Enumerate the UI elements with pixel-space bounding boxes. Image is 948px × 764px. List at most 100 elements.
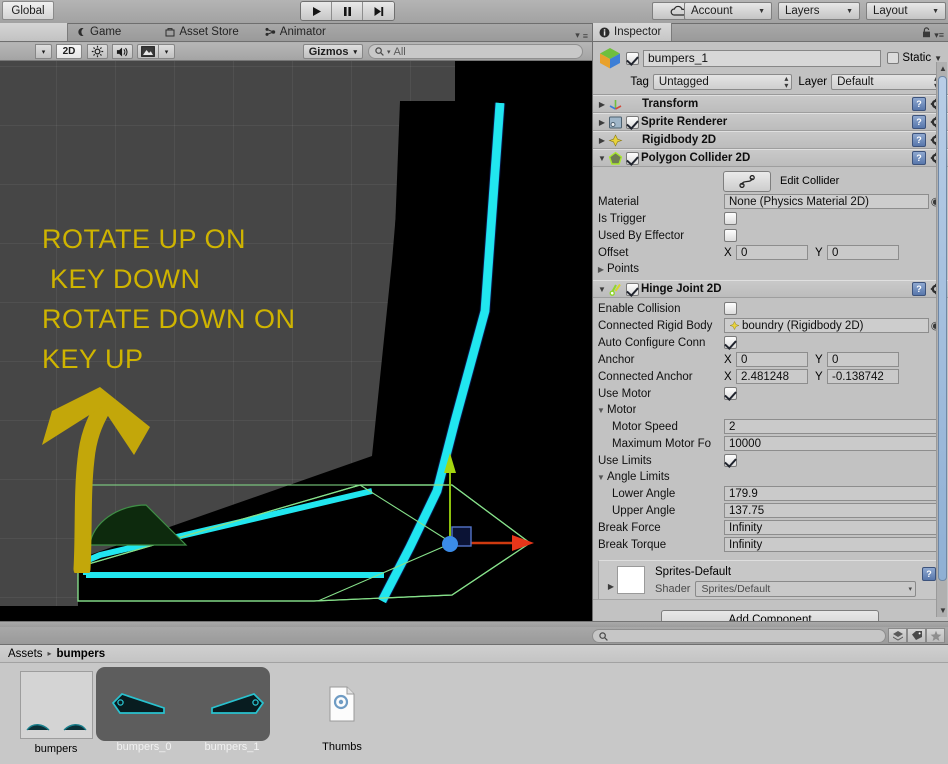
tab-inspector[interactable]: Inspector xyxy=(593,23,673,41)
foldout-arrow-icon[interactable]: ▼ xyxy=(595,473,607,482)
used-by-effector-checkbox[interactable] xyxy=(724,229,737,242)
breadcrumb-root[interactable]: Assets xyxy=(8,648,43,660)
material-label: Material xyxy=(598,195,639,208)
edit-collider-button[interactable] xyxy=(723,170,771,192)
upper-angle-value: 137.75 xyxy=(729,504,765,517)
break-torque-input[interactable]: Infinity xyxy=(724,537,942,552)
scene-tab-options[interactable]: ▾ ≡ xyxy=(575,30,592,41)
connected-anchor-y-input[interactable]: -0.138742 xyxy=(827,369,899,384)
inspector-scroll-thumb[interactable] xyxy=(938,76,947,581)
offset-x-input[interactable]: 0 xyxy=(736,245,808,260)
component-header-polygon-collider2d[interactable]: ▼ Polygon Collider 2D ? xyxy=(593,149,948,167)
foldout-arrow-icon[interactable]: ▶ xyxy=(596,100,608,109)
game-viewport[interactable]: ROTATE UP ON KEY DOWN ROTATE DOWN ON KEY… xyxy=(0,61,592,621)
tag-dropdown[interactable]: Untagged ▴ ▾ xyxy=(652,74,793,90)
asset-item-thumbs[interactable]: Thumbs xyxy=(298,671,386,753)
offset-y-value: 0 xyxy=(832,246,839,259)
effects-dropdown[interactable]: ▾ xyxy=(158,44,175,59)
asset-item-bumpers-0[interactable]: bumpers_0 xyxy=(100,671,188,753)
static-checkbox[interactable] xyxy=(887,52,900,64)
tab-scene[interactable] xyxy=(0,23,68,41)
anchor-x-input[interactable]: 0 xyxy=(736,352,808,367)
layer-dropdown[interactable]: Default ▴▾ xyxy=(831,74,942,90)
help-icon[interactable]: ? xyxy=(922,567,936,581)
toggle-2d-button[interactable]: 2D xyxy=(56,44,82,59)
gameobject-enabled-checkbox[interactable] xyxy=(626,51,639,65)
type-filter-button[interactable] xyxy=(888,628,907,643)
help-icon[interactable]: ? xyxy=(912,97,926,111)
scene-search-input[interactable]: ▾ All xyxy=(368,44,583,59)
inspector-scrollbar[interactable]: ▲ ▼ xyxy=(936,62,947,617)
help-icon[interactable]: ? xyxy=(912,133,926,147)
toggle-audio-button[interactable] xyxy=(112,44,133,59)
connected-anchor-x-input[interactable]: 2.481248 xyxy=(736,369,808,384)
shader-dropdown[interactable]: Sprites/Default ▾ xyxy=(695,581,916,597)
label-filter-button[interactable] xyxy=(907,628,926,643)
auto-configure-checkbox[interactable] xyxy=(724,336,737,349)
help-icon[interactable]: ? xyxy=(912,115,926,129)
foldout-arrow-icon[interactable]: ▶ xyxy=(605,582,617,591)
use-motor-checkbox[interactable] xyxy=(724,387,737,400)
foldout-arrow-icon[interactable]: ▼ xyxy=(595,406,607,415)
foldout-arrow-icon[interactable]: ▶ xyxy=(596,118,608,127)
enable-collision-checkbox[interactable] xyxy=(724,302,737,315)
inspector-tab-options[interactable]: ▾≡ xyxy=(922,27,948,41)
foldout-arrow-icon[interactable]: ▼ xyxy=(596,285,608,294)
sun-icon xyxy=(91,45,104,58)
step-icon xyxy=(374,6,384,16)
hinge-joint-enabled-checkbox[interactable] xyxy=(626,282,639,296)
favorite-filter-button[interactable] xyxy=(926,628,945,643)
polygon-collider-enabled-checkbox[interactable] xyxy=(626,151,639,165)
upper-angle-input[interactable]: 137.75 xyxy=(724,503,942,518)
asset-item-bumpers[interactable]: bumpers xyxy=(12,671,100,755)
annotation-text: ROTATE UP ON KEY DOWN ROTATE DOWN ON KEY… xyxy=(42,224,296,374)
layer-value: Default xyxy=(837,76,874,88)
component-header-hinge-joint2d[interactable]: ▼ Hinge Joint 2D ? xyxy=(593,280,948,298)
help-icon[interactable]: ? xyxy=(912,151,926,165)
scroll-down-arrow-icon[interactable]: ▼ xyxy=(939,606,947,615)
toggle-lighting-button[interactable] xyxy=(87,44,108,59)
use-limits-checkbox[interactable] xyxy=(724,454,737,467)
add-component-button[interactable]: Add Component xyxy=(661,610,879,621)
layers-dropdown[interactable]: Layers ▼ xyxy=(778,2,860,20)
anchor-y-input[interactable]: 0 xyxy=(827,352,899,367)
play-button[interactable] xyxy=(301,2,332,20)
component-header-sprite-renderer[interactable]: ▶ Sprite Renderer ? xyxy=(593,113,948,131)
max-motor-force-input[interactable]: 10000 xyxy=(724,436,942,451)
draw-mode-dropdown[interactable]: ▾ xyxy=(35,44,52,59)
break-force-input[interactable]: Infinity xyxy=(724,520,942,535)
offset-y-input[interactable]: 0 xyxy=(827,245,899,260)
pivot-rotation-toggle[interactable]: Global xyxy=(2,1,54,20)
scroll-up-arrow-icon[interactable]: ▲ xyxy=(939,64,947,73)
motor-speed-input[interactable]: 2 xyxy=(724,419,942,434)
component-header-transform[interactable]: ▶ Transform ? xyxy=(593,95,948,113)
sprite-renderer-enabled-checkbox[interactable] xyxy=(626,115,639,129)
gizmos-dropdown[interactable]: Gizmos ▾ xyxy=(302,44,363,59)
motor-speed-value: 2 xyxy=(729,420,736,433)
asset-item-bumpers-1[interactable]: bumpers_1 xyxy=(188,671,276,753)
offset-x-value: 0 xyxy=(741,246,748,259)
layout-dropdown[interactable]: Layout ▼ xyxy=(866,2,946,20)
tab-asset-store[interactable]: Asset Store xyxy=(157,23,248,41)
component-header-rigidbody2d[interactable]: ▶ Rigidbody 2D ? xyxy=(593,131,948,149)
step-button[interactable] xyxy=(363,2,394,20)
help-icon[interactable]: ? xyxy=(912,282,926,296)
foldout-arrow-icon[interactable]: ▶ xyxy=(595,265,607,274)
material-object-field[interactable]: None (Physics Material 2D) xyxy=(724,194,929,209)
tab-game[interactable]: Game xyxy=(68,23,131,41)
tab-animator[interactable]: Animator xyxy=(257,23,336,41)
asset-grid[interactable]: bumpers bumpers_0 bumpers_1 Thumbs xyxy=(0,663,948,763)
project-search-input[interactable] xyxy=(592,629,886,643)
foldout-arrow-icon[interactable]: ▶ xyxy=(596,136,608,145)
pause-button[interactable] xyxy=(332,2,363,20)
toggle-effects-button[interactable] xyxy=(137,44,159,59)
gameobject-header: bumpers_1 Static ▼ Tag Untagged ▴ ▾ Layer… xyxy=(593,42,948,95)
lower-angle-input[interactable]: 179.9 xyxy=(724,486,942,501)
break-torque-label: Break Torque xyxy=(598,538,667,551)
is-trigger-checkbox[interactable] xyxy=(724,212,737,225)
account-dropdown[interactable]: Account ▼ xyxy=(684,2,772,20)
gameobject-name-input[interactable]: bumpers_1 xyxy=(643,49,882,67)
chevron-down-icon: ▼ xyxy=(932,7,939,15)
foldout-arrow-icon[interactable]: ▼ xyxy=(596,154,608,163)
connected-body-object-field[interactable]: boundry (Rigidbody 2D) xyxy=(724,318,929,333)
